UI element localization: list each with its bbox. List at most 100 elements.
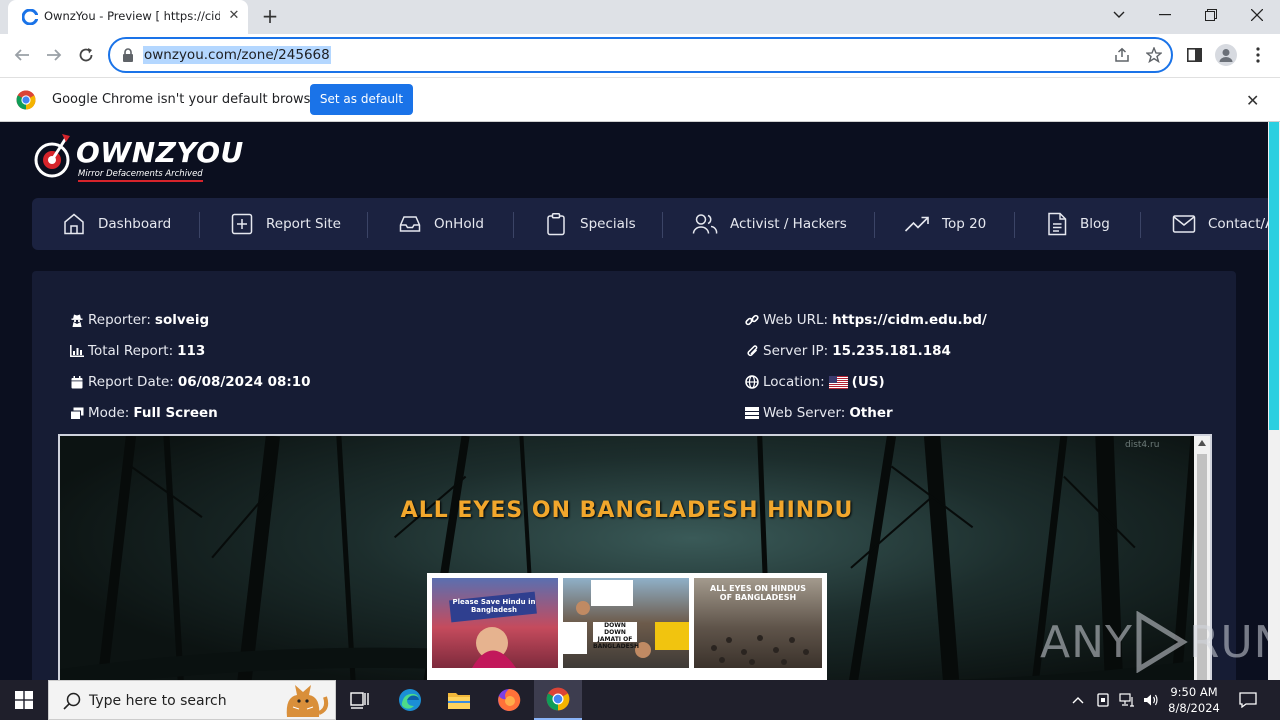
collage-photo-1: Please Save Hindu in Bangladesh [432,578,558,668]
chrome-taskbar-icon [546,687,570,711]
address-bar[interactable]: ownzyou.com/zone/245668 [108,37,1173,73]
reporter-row: Reporter: solveig [70,312,209,328]
nav-label: Blog [1080,216,1110,232]
location-row: Location: (US) [745,374,885,390]
notifications-icon[interactable] [1236,680,1260,720]
total-report-value: 113 [177,343,206,359]
anyrun-watermark: ANY RUN [1040,611,1268,673]
home-icon [64,213,84,235]
share-icon[interactable] [1114,47,1130,63]
plus-square-icon [231,213,253,235]
web-url-value[interactable]: https://cidm.edu.bd/ [832,312,987,328]
page-scrollbar[interactable] [1268,122,1280,680]
infobar-message: Google Chrome isn't your default browser [52,92,324,107]
taskbar-firefox[interactable] [485,680,533,720]
nav-activist-hackers[interactable]: Activist / Hackers [692,198,847,250]
nav-separator [874,212,875,238]
browser-tab-strip: OwnzYou - Preview [ https://cidm ✕ + [0,0,1280,34]
set-as-default-button[interactable]: Set as default [310,84,413,115]
web-server-row: Web Server: Other [745,405,893,421]
nav-top-20[interactable]: Top 20 [904,198,986,250]
menu-kebab-icon[interactable] [1246,43,1270,67]
logo-mark-icon [34,134,70,178]
web-url-row: Web URL: https://cidm.edu.bd/ [745,312,987,328]
nav-blog[interactable]: Blog [1046,198,1110,250]
frame-corner-mark: dist4.ru [1125,440,1160,450]
nav-dashboard[interactable]: Dashboard [62,198,171,250]
play-triangle-icon [1136,611,1188,673]
document-icon [1048,212,1067,236]
nav-separator [513,212,514,238]
nav-separator [1140,212,1141,238]
nav-separator [367,212,368,238]
edge-icon [399,689,421,711]
search-icon [63,692,81,710]
photo-caption: DOWN DOWN JAMATI OF BANGLADESH [593,622,640,650]
tab-close-icon[interactable]: ✕ [226,8,242,24]
us-flag-icon [828,375,848,389]
server-ip-value: 15.235.181.184 [832,343,951,359]
photo-collage: Please Save Hindu in Bangladesh DOWN DOW… [427,573,827,680]
report-date-value: 06/08/2024 08:10 [177,374,311,390]
minimize-button[interactable] [1142,0,1188,30]
tab-search-icon[interactable] [1096,0,1142,30]
profile-avatar-icon[interactable] [1214,43,1238,67]
taskbar-file-explorer[interactable] [435,680,483,720]
taskbar-chrome[interactable] [534,680,582,720]
collage-photo-3: ALL EYES ON HINDUS OF BANGLADESH [694,578,822,668]
task-view-button[interactable] [336,680,384,720]
server-icon [745,406,759,420]
new-tab-button[interactable]: + [258,6,282,28]
windows-logo-icon [15,691,33,709]
nav-label: OnHold [434,216,484,232]
scroll-up-arrow-icon[interactable] [1198,440,1206,446]
location-value: (US) [851,374,885,390]
tab-title: OwnzYou - Preview [ https://cidm [44,9,220,23]
tray-overflow-icon[interactable] [1068,680,1088,720]
mirror-preview-frame[interactable]: dist4.ru ALL EYES ON BANGLADESH HINDU Pl… [58,434,1212,680]
nav-onhold[interactable]: OnHold [398,198,484,250]
side-panel-icon[interactable] [1182,43,1206,67]
taskbar-search-box[interactable]: Type here to search [48,680,336,720]
server-ip-row: Server IP: 15.235.181.184 [745,343,951,359]
forward-button[interactable] [42,43,66,67]
volume-icon[interactable] [1140,680,1162,720]
tray-security-icon[interactable] [1092,680,1114,720]
nav-separator [662,212,663,238]
restore-button[interactable] [1188,0,1234,30]
bookmark-star-icon[interactable] [1146,47,1162,63]
network-icon[interactable] [1116,680,1138,720]
page-scroll-thumb[interactable] [1269,122,1279,430]
reload-button[interactable] [74,43,98,67]
mail-icon [1172,215,1196,233]
bar-chart-icon [70,344,84,358]
site-logo[interactable]: OWNZYOU Mirror Defacements Archived [30,130,243,182]
infobar-close-icon[interactable]: ✕ [1246,91,1259,110]
web-server-value: Other [849,405,893,421]
task-view-icon [350,692,369,709]
browser-tab[interactable]: OwnzYou - Preview [ https://cidm ✕ [8,0,248,34]
start-button[interactable] [0,680,48,720]
url-text[interactable]: ownzyou.com/zone/245668 [143,46,331,64]
site-favicon-icon [22,9,38,25]
close-window-button[interactable] [1234,0,1280,30]
nav-report-site[interactable]: Report Site [230,198,341,250]
lock-icon[interactable] [122,48,134,62]
mode-value: Full Screen [133,405,218,421]
paperclip-icon [745,344,759,358]
nav-contact[interactable]: Contact/A [1172,198,1268,250]
browser-toolbar: ownzyou.com/zone/245668 [0,34,1280,77]
windows-taskbar: Type here to search 9:50 AM 8/8/2024 [0,680,1280,720]
back-button[interactable] [10,43,34,67]
reporter-value[interactable]: solveig [155,312,209,328]
link-icon [745,313,759,327]
photo-caption: ALL EYES ON HINDUS OF BANGLADESH [710,584,806,602]
nav-specials[interactable]: Specials [544,198,636,250]
cat-illustration-icon [286,685,329,717]
taskbar-edge[interactable] [386,680,434,720]
nav-label: Contact/A [1208,216,1268,232]
web-page: OWNZYOU Mirror Defacements Archived Dash… [0,122,1268,680]
taskbar-clock[interactable]: 9:50 AM 8/8/2024 [1160,684,1228,716]
user-secret-icon [70,313,84,327]
deface-headline: ALL EYES ON BANGLADESH HINDU [400,498,854,523]
